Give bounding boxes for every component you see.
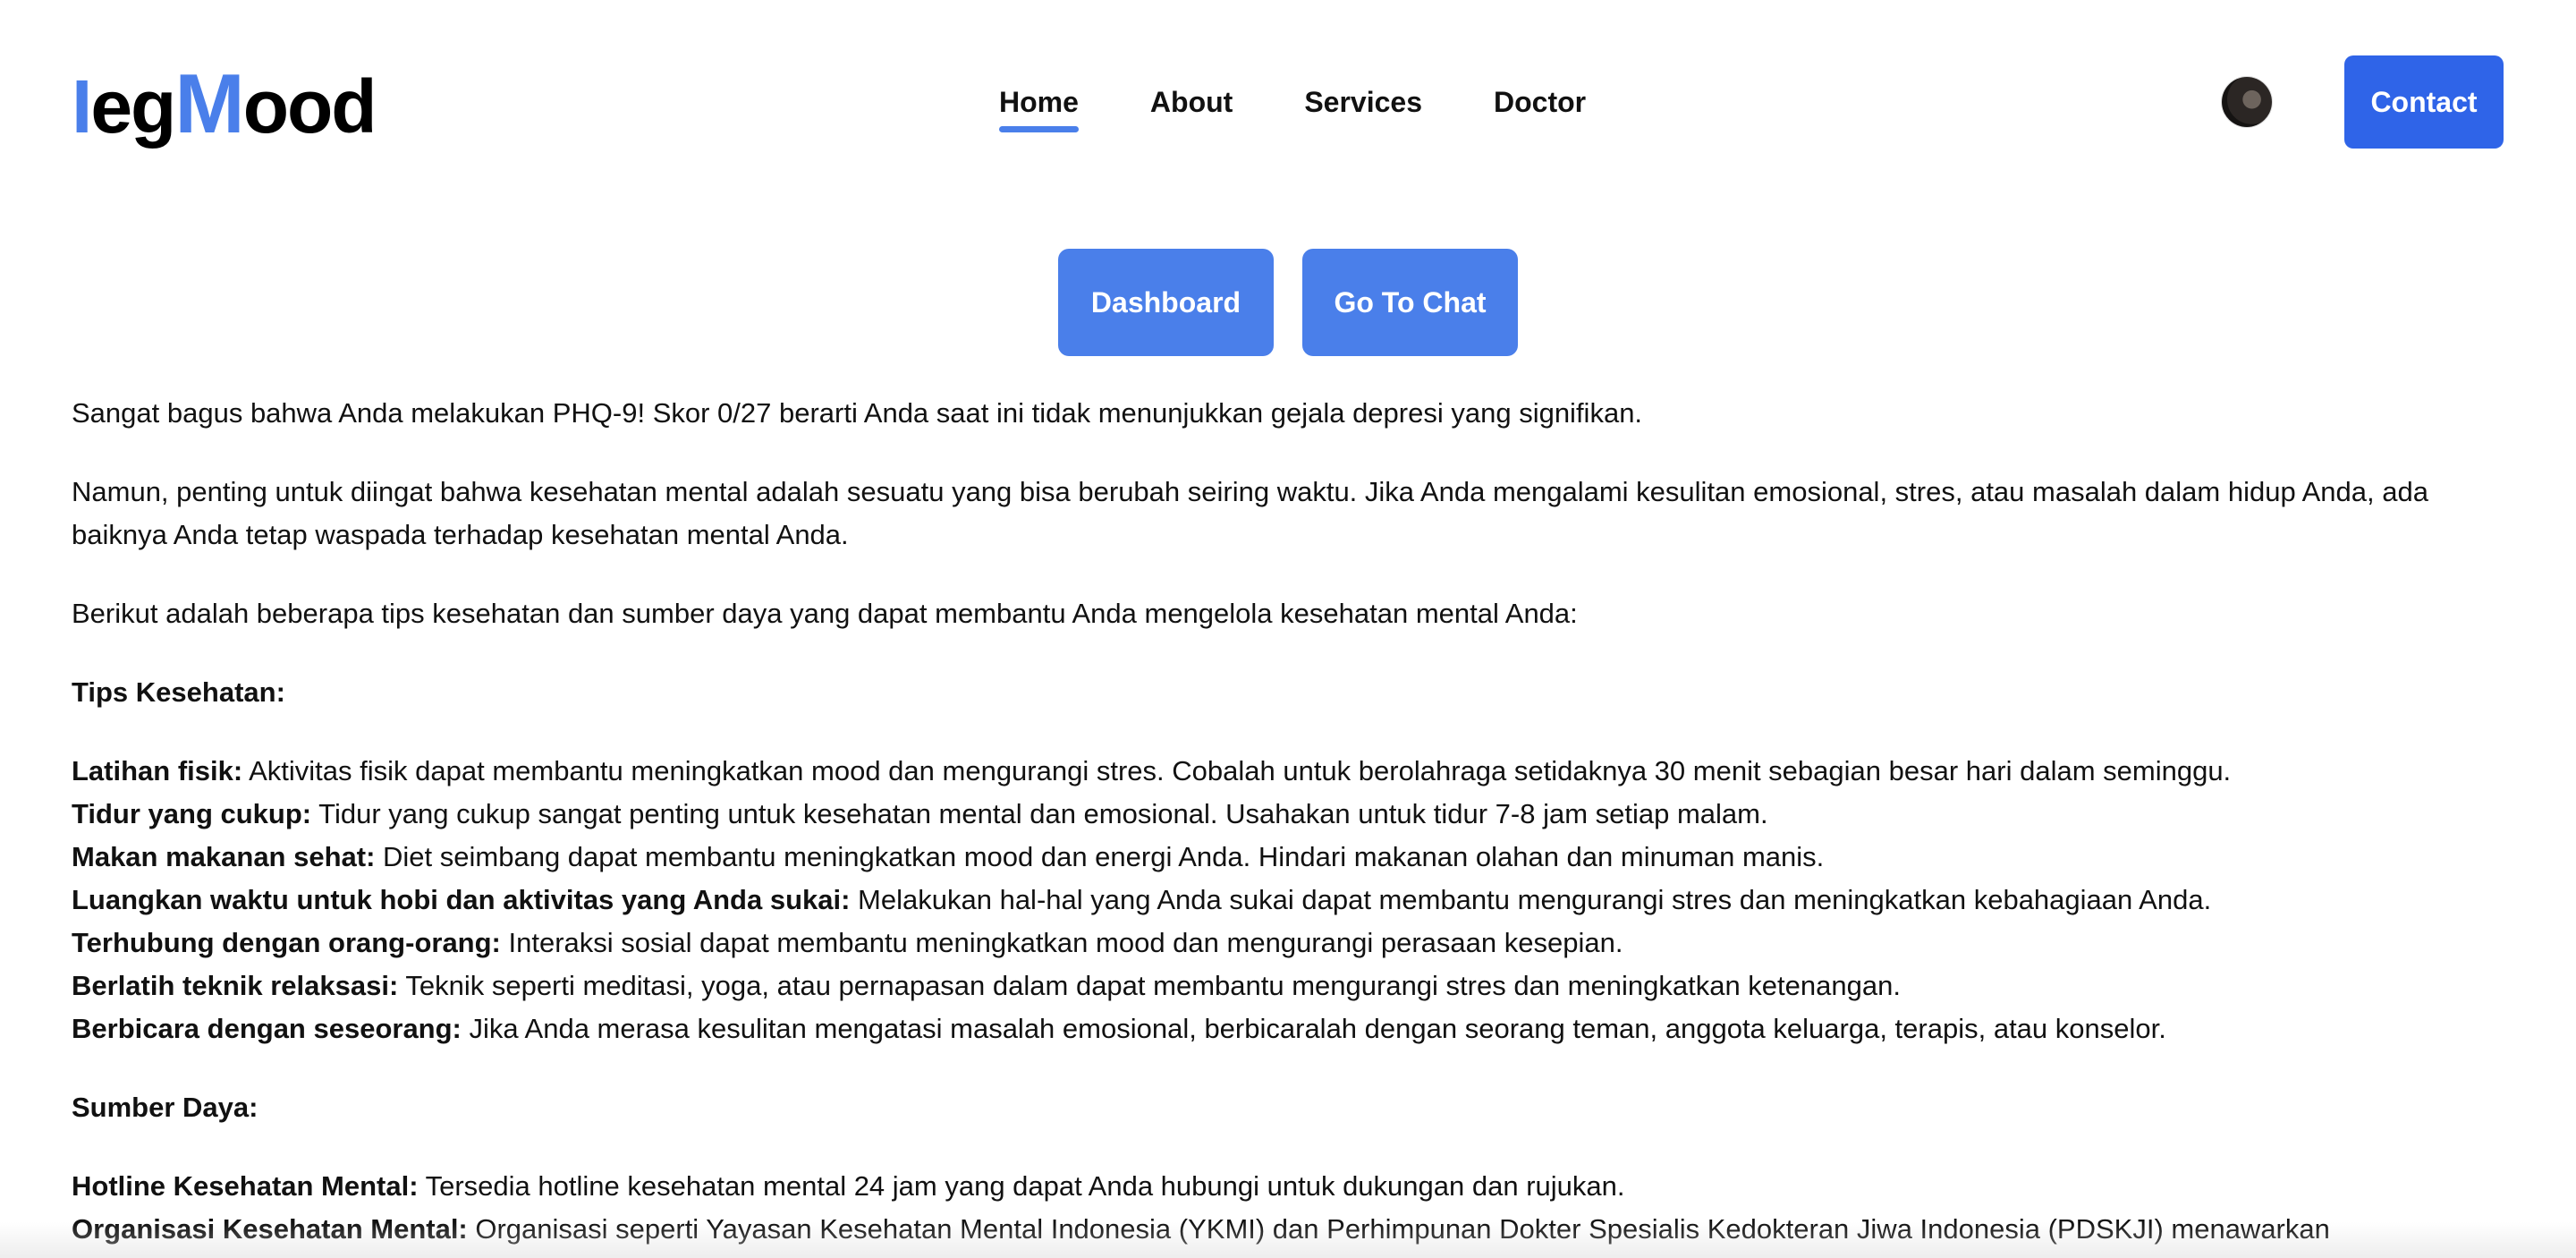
tip-text: Melakukan hal-hal yang Anda sukai dapat …	[850, 884, 2212, 915]
list-item: Terhubung dengan orang-orang: Interaksi …	[72, 922, 2504, 965]
action-buttons: Dashboard Go To Chat	[1058, 249, 1518, 356]
list-item: Berbicara dengan seseorang: Jika Anda me…	[72, 1007, 2504, 1050]
intro-paragraph: Sangat bagus bahwa Anda melakukan PHQ-9!…	[72, 397, 1643, 429]
tip-title: Latihan fisik:	[72, 755, 243, 786]
tip-title: Tidur yang cukup:	[72, 798, 312, 829]
lead-paragraph: Berikut adalah beberapa tips kesehatan d…	[72, 598, 1578, 629]
tip-text: Jika Anda merasa kesulitan mengatasi mas…	[461, 1013, 2166, 1044]
resources-title: Sumber Daya:	[72, 1092, 258, 1123]
tip-text: Diet seimbang dapat membantu meningkatka…	[375, 841, 1825, 872]
tip-text: Teknik seperti meditasi, yoga, atau pern…	[398, 970, 1901, 1001]
tip-title: Berbicara dengan seseorang:	[72, 1013, 462, 1044]
tip-title: Luangkan waktu untuk hobi dan aktivitas …	[72, 884, 851, 915]
tip-text: Aktivitas fisik dapat membantu meningkat…	[242, 755, 2232, 786]
nav-about[interactable]: About	[1150, 81, 1233, 123]
resource-title: Organisasi Kesehatan Mental:	[72, 1213, 468, 1245]
tips-list: Latihan fisik: Aktivitas fisik dapat mem…	[72, 750, 2504, 1050]
contact-button[interactable]: Contact	[2344, 55, 2504, 149]
nav-services[interactable]: Services	[1304, 81, 1422, 123]
resource-text: Organisasi seperti Yayasan Kesehatan Men…	[467, 1213, 2330, 1245]
tip-title: Berlatih teknik relaksasi:	[72, 970, 399, 1001]
main-nav: Home About Services Doctor	[999, 81, 1657, 132]
resource-text: Tersedia hotline kesehatan mental 24 jam…	[418, 1170, 1625, 1202]
list-item: Makan makanan sehat: Diet seimbang dapat…	[72, 836, 2504, 879]
tip-title: Makan makanan sehat:	[72, 841, 376, 872]
list-item: Luangkan waktu untuk hobi dan aktivitas …	[72, 879, 2504, 922]
resource-title: Hotline Kesehatan Mental:	[72, 1170, 419, 1202]
logo-part-1: I	[72, 64, 92, 149]
tip-text: Interaksi sosial dapat membantu meningka…	[500, 927, 1623, 958]
list-item: Tidur yang cukup: Tidur yang cukup sanga…	[72, 793, 2504, 836]
result-content: Sangat bagus bahwa Anda melakukan PHQ-9!…	[72, 392, 2504, 1258]
resources-list: Hotline Kesehatan Mental: Tersedia hotli…	[72, 1165, 2504, 1251]
logo-part-3: M	[174, 56, 244, 150]
user-avatar[interactable]	[2222, 77, 2272, 127]
list-item: Latihan fisik: Aktivitas fisik dapat mem…	[72, 750, 2504, 793]
tip-text: Tidur yang cukup sangat penting untuk ke…	[311, 798, 1768, 829]
nav-doctor[interactable]: Doctor	[1494, 81, 1586, 123]
site-header: IegMood Home About Services Doctor Conta…	[0, 0, 2576, 206]
list-item: Hotline Kesehatan Mental: Tersedia hotli…	[72, 1165, 2504, 1208]
tip-title: Terhubung dengan orang-orang:	[72, 927, 501, 958]
logo-part-4: ood	[242, 64, 377, 149]
logo[interactable]: IegMood	[72, 56, 377, 151]
nav-home[interactable]: Home	[999, 81, 1079, 132]
list-item: Organisasi Kesehatan Mental: Organisasi …	[72, 1208, 2504, 1251]
list-item: Berlatih teknik relaksasi: Teknik sepert…	[72, 965, 2504, 1007]
note-paragraph: Namun, penting untuk diingat bahwa keseh…	[72, 476, 2428, 550]
page: IegMood Home About Services Doctor Conta…	[0, 0, 2576, 1258]
go-to-chat-button[interactable]: Go To Chat	[1302, 249, 1518, 356]
dashboard-button[interactable]: Dashboard	[1058, 249, 1274, 356]
logo-part-2: eg	[90, 64, 176, 149]
tips-title: Tips Kesehatan:	[72, 676, 285, 708]
